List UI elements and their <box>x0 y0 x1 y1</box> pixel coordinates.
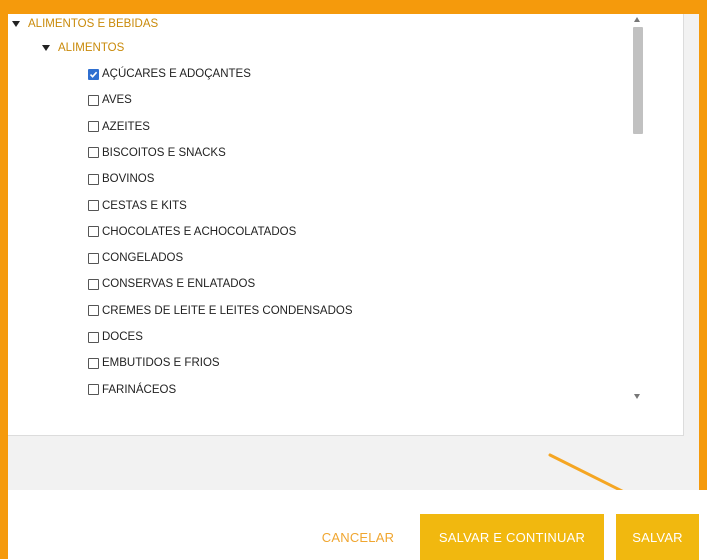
tree-node-group-label: ALIMENTOS <box>58 42 125 54</box>
checkbox[interactable] <box>88 121 99 133</box>
checkbox[interactable] <box>88 200 99 211</box>
checkbox[interactable] <box>88 226 99 238</box>
checkbox[interactable] <box>88 384 99 396</box>
caret-down-icon[interactable] <box>42 45 50 51</box>
modal-body: ALIMENTOS E BEBIDAS ALIMENTOS AÇÚCARES E… <box>8 14 699 490</box>
tree-node-group[interactable]: ALIMENTOS <box>42 38 124 58</box>
tree-item-label: FARINÁCEOS <box>102 383 177 396</box>
tree-scrollbar[interactable] <box>630 14 646 406</box>
checkbox[interactable] <box>88 173 99 185</box>
checkbox[interactable] <box>88 147 99 159</box>
tree-item[interactable]: CREMES DE LEITE E LEITES CONDENSADOS <box>88 301 353 321</box>
tree-item-label: AVES <box>102 94 132 107</box>
tree-item[interactable]: BOVINOS <box>88 169 154 189</box>
tree-item[interactable]: CONSERVAS E ENLATADOS <box>88 274 255 294</box>
modal-frame-top <box>0 0 707 14</box>
tree-item-label: CONSERVAS E ENLATADOS <box>102 278 256 291</box>
tree-item-label: AÇÚCARES E ADOÇANTES <box>102 68 251 80</box>
tree-item-label: CONGELADOS <box>102 252 184 265</box>
checkbox[interactable] <box>88 278 99 290</box>
tree-item-label: CHOCOLATES E ACHOCOLATADOS <box>102 225 297 238</box>
checkbox[interactable] <box>88 94 99 106</box>
tree-item[interactable]: EMBUTIDOS E FRIOS <box>88 353 220 373</box>
modal-frame-left <box>0 0 8 559</box>
tree-item-label: BISCOITOS E SNACKS <box>102 146 226 159</box>
scroll-up-arrow-icon[interactable] <box>634 17 640 22</box>
tree-item[interactable]: BISCOITOS E SNACKS <box>88 143 226 163</box>
tree-item[interactable]: DOCES <box>88 327 143 347</box>
checkbox[interactable] <box>88 252 99 264</box>
checkbox[interactable] <box>88 305 99 317</box>
tree-item[interactable]: AVES <box>88 90 132 110</box>
cancel-button[interactable]: CANCELAR <box>313 514 403 560</box>
checkbox[interactable] <box>88 357 99 369</box>
tree-node-root-label: ALIMENTOS E BEBIDAS <box>28 18 159 30</box>
save-and-continue-button[interactable]: SALVAR E CONTINUAR <box>420 514 604 560</box>
scroll-down-arrow-icon[interactable] <box>634 394 640 399</box>
checkbox[interactable] <box>88 331 99 343</box>
checkbox-checked[interactable] <box>88 68 99 80</box>
tree-node-root[interactable]: ALIMENTOS E BEBIDAS <box>12 14 158 34</box>
tree-item-label: CESTAS E KITS <box>102 199 187 212</box>
tree-item-label: AZEITES <box>102 120 150 133</box>
tree-item[interactable]: FARINÁCEOS <box>88 380 176 400</box>
tree-item[interactable]: AZEITES <box>88 117 150 137</box>
save-button[interactable]: SALVAR <box>616 514 699 560</box>
tree-item[interactable]: CESTAS E KITS <box>88 196 187 216</box>
tree-item-label: EMBUTIDOS E FRIOS <box>102 357 220 370</box>
caret-down-icon[interactable] <box>12 21 20 27</box>
scrollbar-thumb[interactable] <box>633 27 643 134</box>
tree-item[interactable]: CONGELADOS <box>88 248 183 268</box>
modal-footer: CANCELAR SALVAR E CONTINUAR SALVAR <box>8 490 707 560</box>
tree-item[interactable]: CHOCOLATES E ACHOCOLATADOS <box>88 222 296 242</box>
tree-item-label: DOCES <box>102 331 143 343</box>
category-tree-panel: ALIMENTOS E BEBIDAS ALIMENTOS AÇÚCARES E… <box>8 14 684 436</box>
tree-item-label: BOVINOS <box>102 173 155 186</box>
tree-item-label: CREMES DE LEITE E LEITES CONDENSADOS <box>102 304 353 317</box>
checkmark-icon <box>89 71 98 78</box>
modal-frame-right <box>699 0 707 490</box>
tree-item[interactable]: AÇÚCARES E ADOÇANTES <box>88 64 251 84</box>
